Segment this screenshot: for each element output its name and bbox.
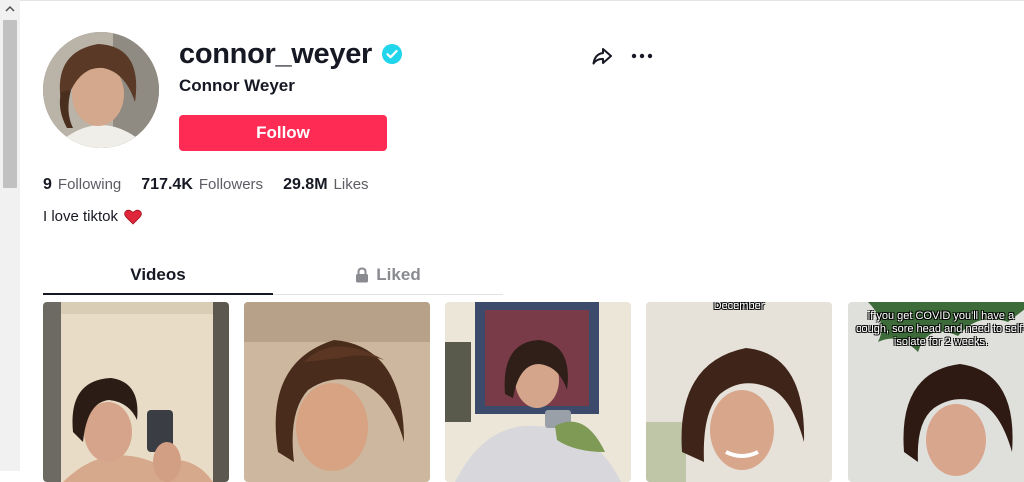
video-thumbnail-3[interactable] xyxy=(445,302,631,482)
followers-count: 717.4K xyxy=(141,176,193,193)
video-thumbnail-2[interactable] xyxy=(244,302,430,482)
scroll-thumb[interactable] xyxy=(3,20,17,188)
avatar[interactable] xyxy=(43,32,159,148)
tab-liked[interactable]: Liked xyxy=(273,258,503,292)
bio-text: I love tiktok xyxy=(43,208,119,225)
video-caption: if you get COVID you'll have a cough, so… xyxy=(856,310,1024,348)
tab-liked-label: Liked xyxy=(376,265,421,284)
scroll-up-arrow-icon[interactable] xyxy=(0,0,20,18)
username: connor_weyer xyxy=(179,32,403,76)
video-thumbnail-5[interactable]: if you get COVID you'll have a cough, so… xyxy=(848,302,1024,482)
tab-videos[interactable]: Videos xyxy=(43,258,273,292)
active-tab-indicator xyxy=(43,293,273,295)
video-thumbnail-1[interactable] xyxy=(43,302,229,482)
more-options-icon[interactable] xyxy=(628,42,656,70)
lock-icon xyxy=(355,267,369,283)
likes-label: Likes xyxy=(333,176,369,193)
page-scrollbar[interactable] xyxy=(0,0,20,471)
following-label: Following xyxy=(57,176,122,193)
verified-badge-icon xyxy=(381,43,403,65)
video-caption: December xyxy=(713,302,765,312)
profile-stats: 9 Following 717.4K Followers 29.8M Likes xyxy=(43,176,389,194)
stat-likes: 29.8M Likes xyxy=(283,176,369,194)
followers-label: Followers xyxy=(198,176,264,193)
following-count: 9 xyxy=(43,176,52,193)
nickname: Connor Weyer xyxy=(179,76,295,95)
share-icon[interactable] xyxy=(588,42,616,70)
stat-followers[interactable]: 717.4K Followers xyxy=(141,176,263,194)
tab-videos-label: Videos xyxy=(130,265,186,284)
stat-following[interactable]: 9 Following xyxy=(43,176,121,194)
video-thumbnail-4[interactable]: December xyxy=(646,302,832,482)
bio: I love tiktok xyxy=(43,208,142,225)
top-divider xyxy=(20,0,1024,1)
username-text: connor_weyer xyxy=(179,37,373,70)
likes-count: 29.8M xyxy=(283,176,328,193)
follow-button[interactable]: Follow xyxy=(179,115,387,151)
profile-tabs: Videos Liked xyxy=(43,258,503,295)
heart-icon xyxy=(124,209,142,225)
